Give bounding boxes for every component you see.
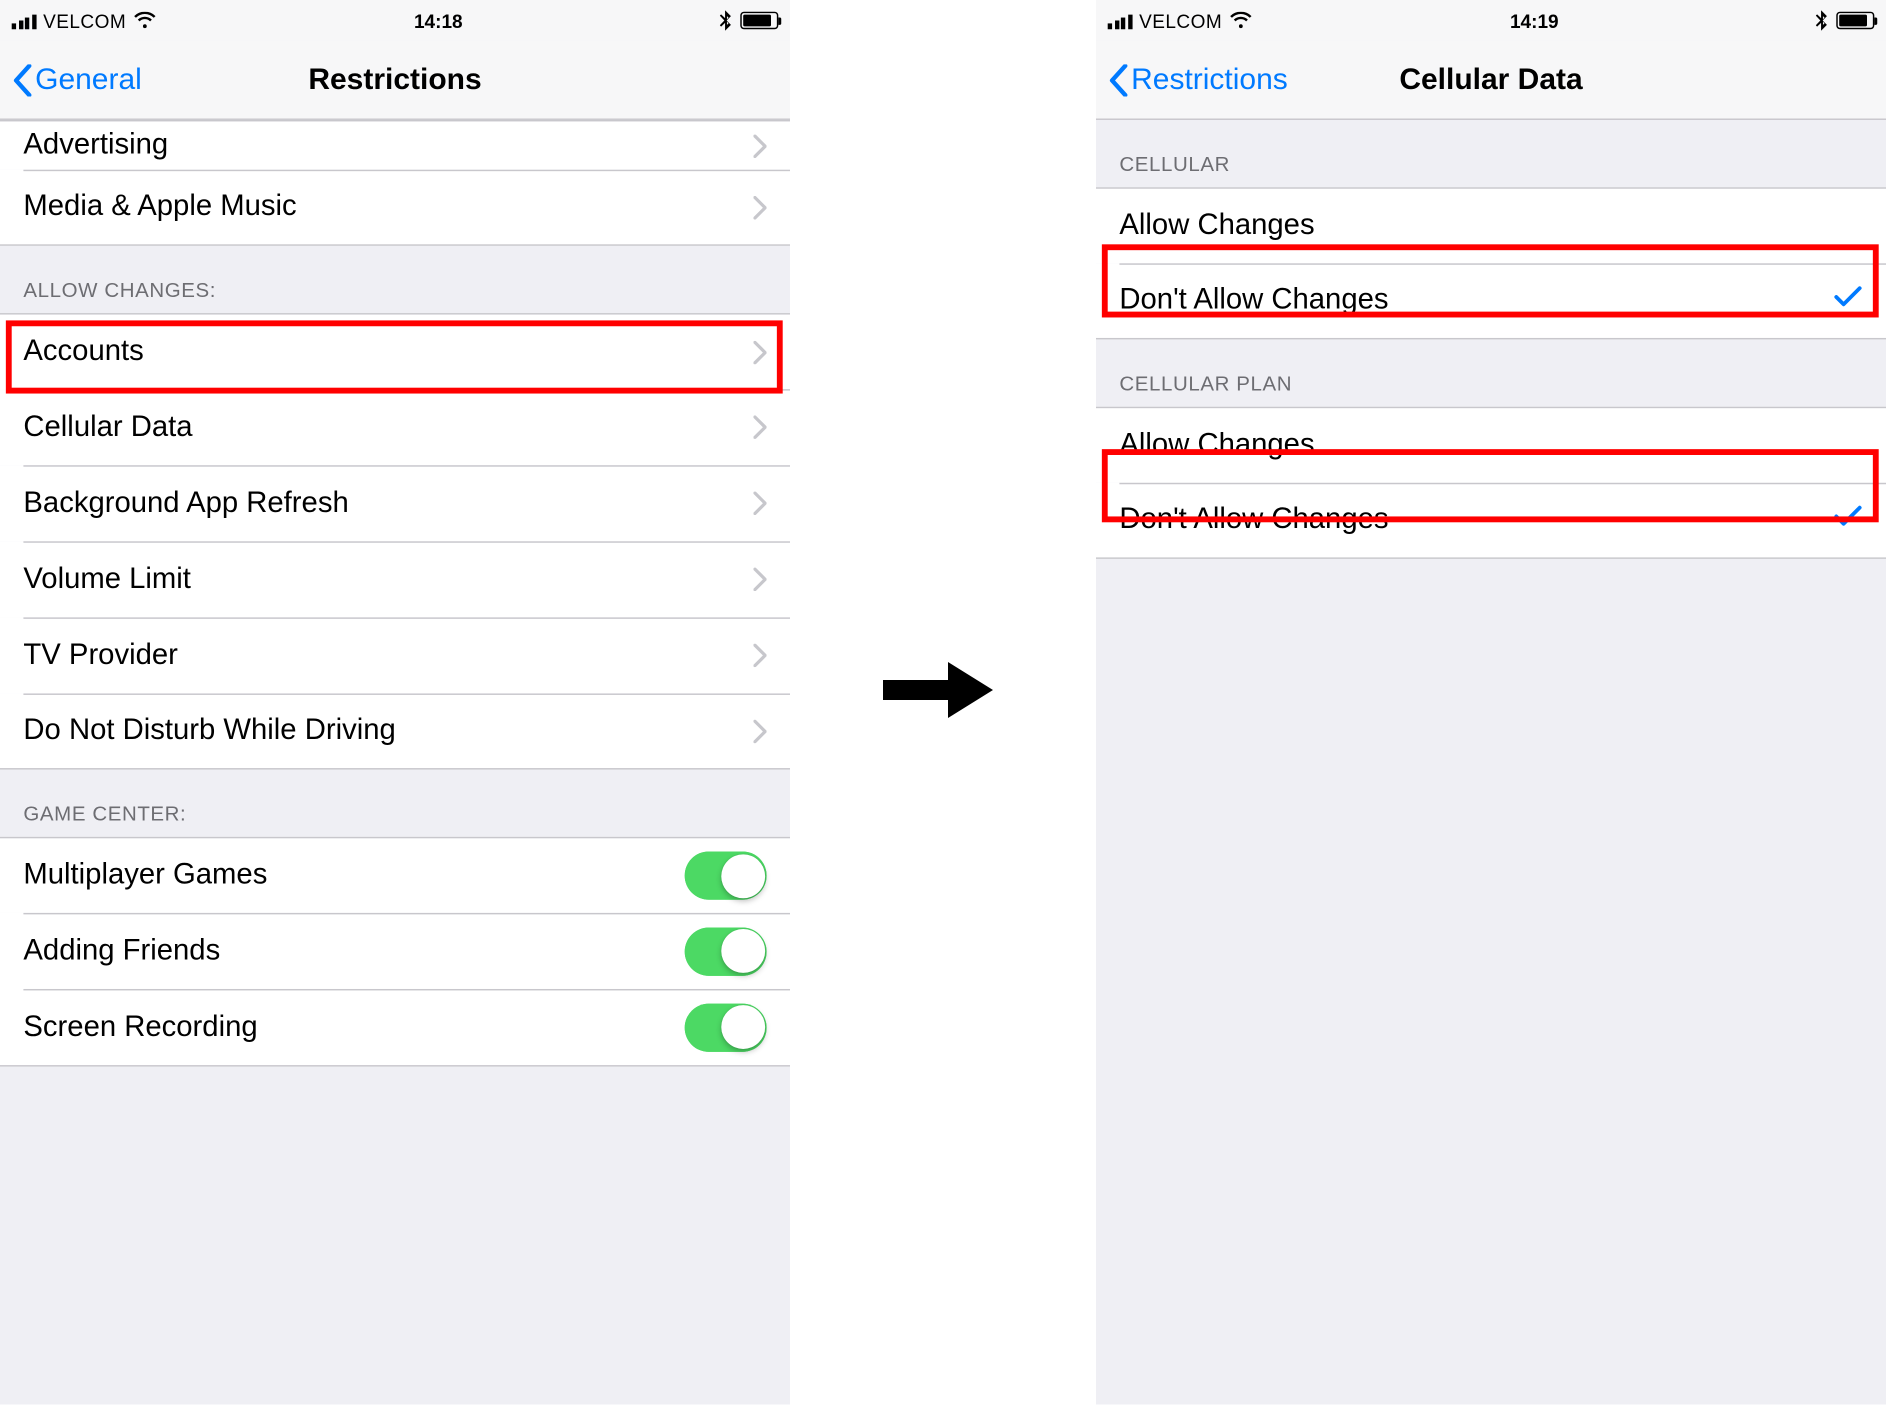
group-header: CELLULAR (1096, 120, 1886, 187)
nav-bar: Restrictions Cellular Data (1096, 41, 1886, 120)
chevron-right-icon (753, 134, 766, 157)
status-bar: VELCOM 14:19 (1096, 0, 1886, 41)
allow-changes-group: ALLOW CHANGES: Accounts Cellular Data Ba… (0, 246, 790, 770)
arrow-right-icon (873, 640, 1003, 740)
cellular-section: CELLULAR Allow Changes Don't Allow Chang… (1096, 120, 1886, 339)
carrier-label: VELCOM (1139, 10, 1222, 32)
row-tv-provider[interactable]: TV Provider (0, 617, 790, 693)
row-label: Accounts (23, 335, 143, 369)
chevron-right-icon (753, 195, 766, 218)
content-group: Advertising Media & Apple Music (0, 120, 790, 246)
row-label: Do Not Disturb While Driving (23, 714, 395, 748)
chevron-right-icon (753, 340, 766, 363)
row-accounts[interactable]: Accounts (0, 313, 790, 389)
back-label: Restrictions (1131, 62, 1288, 97)
row-label: Multiplayer Games (23, 859, 267, 893)
row-media-apple-music[interactable]: Media & Apple Music (0, 170, 790, 246)
row-label: Screen Recording (23, 1010, 257, 1044)
row-screen-recording: Screen Recording (0, 989, 790, 1065)
row-label: Advertising (23, 129, 168, 163)
checkmark-icon (1833, 284, 1862, 318)
toggle-switch[interactable] (685, 1003, 767, 1051)
row-allow-changes[interactable]: Allow Changes (1096, 407, 1886, 483)
row-volume-limit[interactable]: Volume Limit (0, 541, 790, 617)
wifi-icon (133, 12, 156, 30)
cellular-signal-icon (12, 12, 36, 30)
row-label: Volume Limit (23, 563, 191, 597)
row-background-app-refresh[interactable]: Background App Refresh (0, 465, 790, 541)
chevron-right-icon (753, 415, 766, 438)
checkmark-icon (1833, 503, 1862, 537)
chevron-left-icon (1108, 64, 1128, 96)
bluetooth-icon (1816, 10, 1828, 30)
toggle-switch[interactable] (685, 851, 767, 899)
chevron-right-icon (753, 644, 766, 667)
cellular-signal-icon (1108, 12, 1132, 30)
chevron-right-icon (753, 492, 766, 515)
row-advertising[interactable]: Advertising (0, 120, 790, 170)
back-button[interactable]: General (12, 62, 142, 97)
status-bar: VELCOM 14:18 (0, 0, 790, 41)
row-label: Don't Allow Changes (1119, 503, 1388, 537)
row-dnd-while-driving[interactable]: Do Not Disturb While Driving (0, 693, 790, 769)
row-label: TV Provider (23, 639, 177, 673)
row-dont-allow-changes[interactable]: Don't Allow Changes (1096, 263, 1886, 339)
row-label: Cellular Data (23, 410, 192, 444)
group-header: CELLULAR PLAN (1096, 339, 1886, 406)
screenshot-cellular-data: VELCOM 14:19 Re (1096, 0, 1886, 1404)
battery-icon (1836, 12, 1874, 30)
carrier-label: VELCOM (43, 10, 126, 32)
status-time: 14:19 (1510, 10, 1559, 32)
game-center-group: GAME CENTER: Multiplayer Games Adding Fr… (0, 770, 790, 1124)
row-cellular-data[interactable]: Cellular Data (0, 389, 790, 465)
row-multiplayer-games: Multiplayer Games (0, 837, 790, 913)
status-time: 14:18 (414, 10, 463, 32)
row-label: Allow Changes (1119, 429, 1314, 463)
group-spacer (0, 1065, 790, 1124)
row-dont-allow-changes[interactable]: Don't Allow Changes (1096, 483, 1886, 559)
row-adding-friends: Adding Friends (0, 913, 790, 989)
row-label: Background App Refresh (23, 486, 348, 520)
chevron-left-icon (12, 64, 32, 96)
toggle-switch[interactable] (685, 927, 767, 975)
nav-bar: General Restrictions (0, 41, 790, 120)
row-allow-changes[interactable]: Allow Changes (1096, 187, 1886, 263)
back-label: General (35, 62, 142, 97)
group-header: ALLOW CHANGES: (0, 246, 790, 313)
cellular-plan-section: CELLULAR PLAN Allow Changes Don't Allow … (1096, 339, 1886, 558)
chevron-right-icon (753, 568, 766, 591)
row-label: Adding Friends (23, 934, 220, 968)
screenshot-restrictions: VELCOM 14:18 (0, 0, 790, 1404)
chevron-right-icon (753, 719, 766, 742)
row-label: Media & Apple Music (23, 190, 296, 224)
battery-icon (740, 12, 778, 30)
group-header: GAME CENTER: (0, 770, 790, 837)
row-label: Allow Changes (1119, 209, 1314, 243)
row-label: Don't Allow Changes (1119, 284, 1388, 318)
wifi-icon (1229, 12, 1252, 30)
bluetooth-icon (720, 10, 732, 30)
back-button[interactable]: Restrictions (1108, 62, 1288, 97)
